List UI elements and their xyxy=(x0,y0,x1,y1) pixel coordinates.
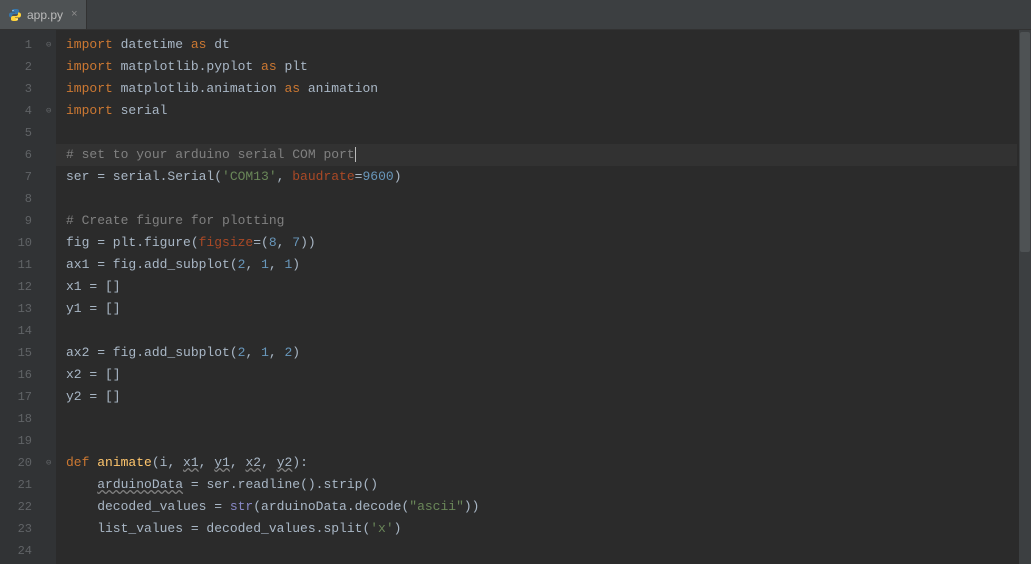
code-line[interactable]: x1 = [] xyxy=(66,276,1031,298)
line-number: 3 xyxy=(0,78,32,100)
line-number: 11 xyxy=(0,254,32,276)
line-number: 18 xyxy=(0,408,32,430)
code-line[interactable]: import datetime as dt xyxy=(66,34,1031,56)
line-number: 5 xyxy=(0,122,32,144)
code-line[interactable]: import serial xyxy=(66,100,1031,122)
line-numbers: 123456789101112131415161718192021222324 xyxy=(0,34,46,564)
code-line[interactable] xyxy=(66,430,1031,452)
fold-marker-icon[interactable]: ⊖ xyxy=(46,452,51,474)
line-number: 15 xyxy=(0,342,32,364)
code-line[interactable] xyxy=(66,122,1031,144)
line-number: 10 xyxy=(0,232,32,254)
code-line[interactable]: arduinoData = ser.readline().strip() xyxy=(66,474,1031,496)
tab-bar: app.py × xyxy=(0,0,1031,30)
line-number: 19 xyxy=(0,430,32,452)
code-line[interactable]: import matplotlib.animation as animation xyxy=(66,78,1031,100)
code-line[interactable]: list_values = decoded_values.split('x') xyxy=(66,518,1031,540)
line-number: 21 xyxy=(0,474,32,496)
scrollbar-thumb[interactable] xyxy=(1020,32,1030,252)
line-number: 6 xyxy=(0,144,32,166)
code-line[interactable]: decoded_values = str(arduinoData.decode(… xyxy=(66,496,1031,518)
line-number: 13 xyxy=(0,298,32,320)
line-number: 2 xyxy=(0,56,32,78)
code-line[interactable]: import matplotlib.pyplot as plt xyxy=(66,56,1031,78)
code-line[interactable]: y2 = [] xyxy=(66,386,1031,408)
line-number: 24 xyxy=(0,540,32,562)
line-number: 22 xyxy=(0,496,32,518)
line-number: 12 xyxy=(0,276,32,298)
fold-marker-icon[interactable]: ⊖ xyxy=(46,100,51,122)
code-line[interactable]: ax2 = fig.add_subplot(2, 1, 2) xyxy=(66,342,1031,364)
code-line[interactable]: ser = serial.Serial('COM13', baudrate=96… xyxy=(66,166,1031,188)
fold-column: ⊖ ⊖ ⊖ xyxy=(46,34,56,564)
gutter: 123456789101112131415161718192021222324 … xyxy=(0,30,56,564)
code-line[interactable]: def animate(i, x1, y1, x2, y2): xyxy=(66,452,1031,474)
close-icon[interactable]: × xyxy=(71,9,78,21)
tab-filename: app.py xyxy=(27,8,63,22)
code-editor: 123456789101112131415161718192021222324 … xyxy=(0,30,1031,564)
line-number: 7 xyxy=(0,166,32,188)
code-line[interactable]: # Create figure for plotting xyxy=(66,210,1031,232)
line-number: 14 xyxy=(0,320,32,342)
code-line[interactable]: ax1 = fig.add_subplot(2, 1, 1) xyxy=(66,254,1031,276)
python-file-icon xyxy=(8,8,22,22)
code-line[interactable] xyxy=(66,540,1031,562)
line-number: 20 xyxy=(0,452,32,474)
line-number: 4 xyxy=(0,100,32,122)
fold-marker-icon[interactable]: ⊖ xyxy=(46,34,51,56)
line-number: 23 xyxy=(0,518,32,540)
line-number: 16 xyxy=(0,364,32,386)
code-area[interactable]: import datetime as dtimport matplotlib.p… xyxy=(56,30,1031,564)
line-number: 9 xyxy=(0,210,32,232)
code-line[interactable] xyxy=(66,408,1031,430)
text-cursor xyxy=(355,147,356,162)
line-number: 17 xyxy=(0,386,32,408)
code-line[interactable]: x2 = [] xyxy=(66,364,1031,386)
code-line[interactable]: fig = plt.figure(figsize=(8, 7)) xyxy=(66,232,1031,254)
line-number: 1 xyxy=(0,34,32,56)
line-number: 8 xyxy=(0,188,32,210)
code-line[interactable]: y1 = [] xyxy=(66,298,1031,320)
code-line[interactable] xyxy=(66,188,1031,210)
file-tab[interactable]: app.py × xyxy=(0,0,87,29)
code-line[interactable] xyxy=(66,320,1031,342)
scrollbar-track[interactable] xyxy=(1019,30,1031,564)
